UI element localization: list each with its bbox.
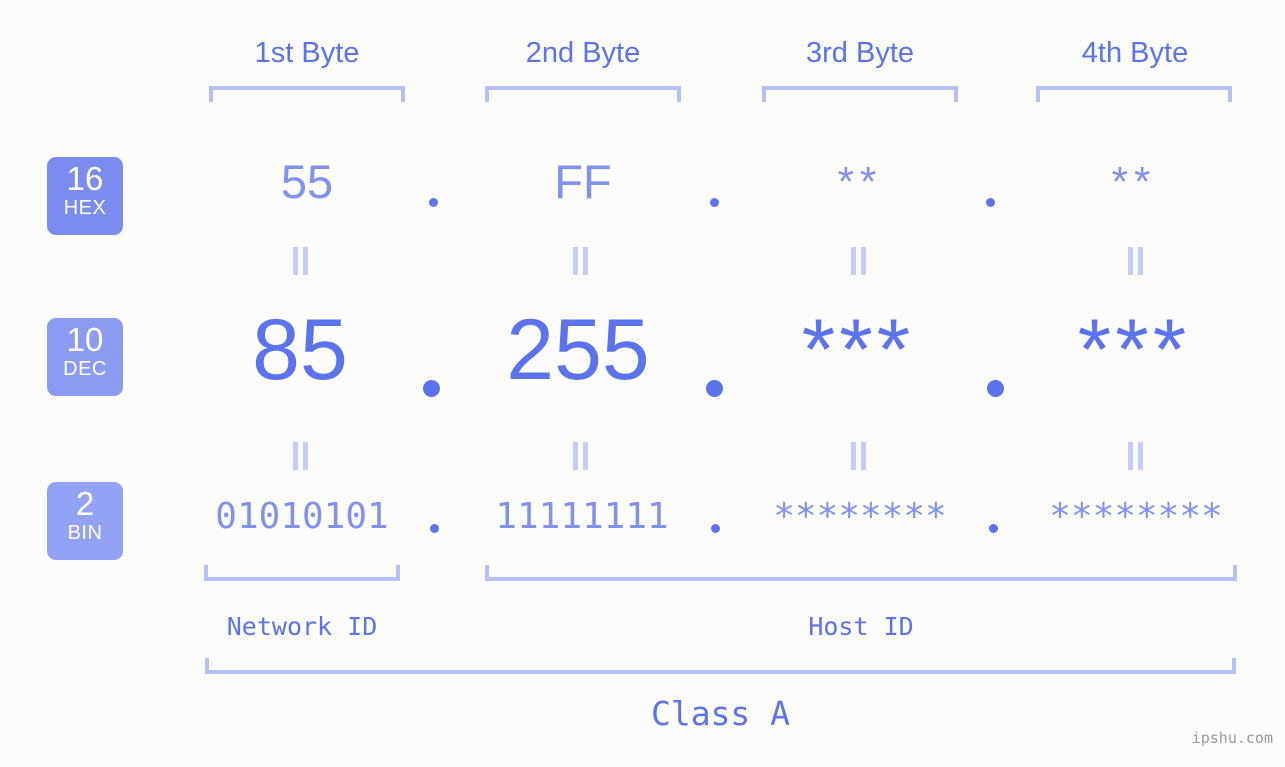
network-id-bracket [204, 565, 400, 581]
equals-mark-dec-bin-4 [1128, 442, 1145, 470]
base-badge-hex-number: 16 [66, 160, 104, 197]
network-id-label: Network ID [226, 612, 378, 641]
dec-separator-dot-2 [706, 380, 723, 397]
equals-mark-hex-dec-4 [1128, 247, 1145, 275]
base-badge-hex: 16 HEX [47, 157, 123, 235]
base-badge-dec: 10 DEC [47, 318, 123, 396]
equals-mark-dec-bin-3 [851, 442, 868, 470]
hex-byte-4: ** [1111, 158, 1157, 205]
base-badge-bin-number: 2 [75, 485, 95, 522]
dec-separator-dot-1 [423, 380, 440, 397]
bin-byte-2: 11111111 [495, 496, 669, 537]
hex-separator-dot-2 [710, 198, 719, 207]
host-id-label: Host ID [808, 612, 914, 641]
hex-separator-dot-1 [429, 198, 438, 207]
equals-mark-hex-dec-1 [293, 247, 310, 275]
base-badge-bin-name: BIN [67, 522, 103, 544]
dec-byte-2: 255 [506, 302, 650, 398]
dec-byte-4: *** [1077, 302, 1191, 398]
dec-separator-dot-3 [987, 380, 1004, 397]
byte-header-label-4: 4th Byte [1081, 37, 1189, 69]
base-badge-dec-name: DEC [63, 358, 107, 380]
ip-address-breakdown-diagram: 1st Byte 2nd Byte 3rd Byte 4th Byte 16 H… [0, 0, 1285, 767]
bin-byte-3: ******** [773, 496, 947, 537]
hex-byte-1: 55 [280, 155, 334, 208]
byte-header-label-2: 2nd Byte [525, 37, 641, 69]
hex-byte-2: FF [554, 155, 612, 208]
class-label: Class A [650, 694, 791, 733]
equals-mark-dec-bin-1 [293, 442, 310, 470]
base-badge-hex-name: HEX [63, 197, 107, 219]
bin-separator-dot-3 [989, 524, 998, 533]
equals-mark-hex-dec-2 [573, 247, 590, 275]
dec-byte-3: *** [801, 302, 915, 398]
byte-bracket-4 [1036, 86, 1232, 102]
host-id-bracket [485, 565, 1237, 581]
dec-byte-1: 85 [252, 302, 348, 398]
byte-header-label-1: 1st Byte [254, 37, 360, 69]
equals-mark-dec-bin-2 [573, 442, 590, 470]
hex-separator-dot-3 [986, 198, 995, 207]
watermark: ipshu.com [1191, 729, 1273, 747]
bin-separator-dot-2 [711, 524, 720, 533]
base-badge-bin: 2 BIN [47, 482, 123, 560]
byte-header-label-3: 3rd Byte [806, 37, 914, 69]
base-badge-dec-number: 10 [66, 321, 104, 358]
byte-bracket-2 [485, 86, 681, 102]
byte-bracket-1 [209, 86, 405, 102]
byte-bracket-3 [762, 86, 958, 102]
bin-byte-1: 01010101 [215, 496, 389, 537]
class-bracket [205, 658, 1236, 674]
equals-mark-hex-dec-3 [851, 247, 868, 275]
bin-separator-dot-1 [430, 524, 439, 533]
hex-byte-3: ** [837, 158, 883, 205]
bin-byte-4: ******** [1049, 496, 1223, 537]
